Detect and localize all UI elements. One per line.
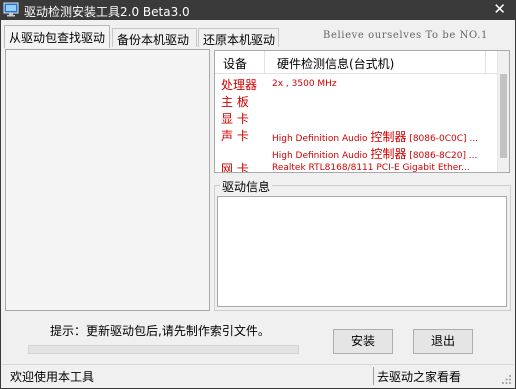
slogan-text: Believe ourselves To be NO.1	[323, 30, 488, 41]
install-button[interactable]: 安装	[333, 329, 393, 354]
device-info: 2x , 3500 MHz	[272, 79, 337, 89]
driver-info-textbox[interactable]	[217, 196, 507, 307]
column-header-info[interactable]: 硬件检测信息(台式机)	[277, 55, 394, 72]
device-list-scrollbar[interactable]	[497, 51, 509, 172]
exit-button[interactable]: 退出	[413, 329, 473, 354]
driver-home-link[interactable]: 去驱动之家看看	[377, 368, 461, 385]
computer-monitor-icon	[3, 2, 19, 17]
column-divider[interactable]	[264, 51, 265, 73]
column-divider[interactable]	[485, 51, 486, 73]
driver-package-tree[interactable]	[5, 49, 210, 311]
title-bar[interactable]: 驱动检测安装工具2.0 Beta3.0 ✕	[0, 0, 516, 20]
scrollbar-thumb[interactable]	[500, 74, 507, 158]
progress-bar	[28, 345, 299, 354]
device-name: 主 板	[221, 95, 249, 109]
device-list-header: 设备 硬件检测信息(台式机)	[215, 51, 509, 74]
status-divider	[373, 367, 374, 385]
device-name: 声 卡	[221, 129, 249, 143]
tab-find-from-package[interactable]: 从驱动包查找驱动	[4, 25, 110, 48]
close-icon[interactable]: ✕	[493, 0, 506, 18]
application-window: 驱动检测安装工具2.0 Beta3.0 ✕ 从驱动包查找驱动 备份本机驱动 还原…	[0, 0, 516, 389]
device-name: 网 卡	[221, 162, 249, 173]
device-info: High Definition Audio 控制器 [8086-0C0C] ..…	[272, 130, 478, 144]
tab-restore-drivers[interactable]: 还原本机驱动	[198, 28, 279, 47]
device-list[interactable]: 设备 硬件检测信息(台式机) 处理器 2x , 3500 MHz 主 板 显 卡…	[214, 50, 510, 173]
device-name: 显 卡	[221, 112, 249, 126]
device-info: Realtek RTL8168/8111 PCI-E Gigabit Ether…	[272, 163, 470, 173]
driver-info-legend: 驱动信息	[220, 178, 273, 195]
window-title: 驱动检测安装工具2.0 Beta3.0	[24, 5, 190, 19]
status-bar: 欢迎使用本工具 去驱动之家看看	[2, 364, 514, 387]
resize-grip-icon[interactable]	[502, 375, 512, 385]
status-welcome: 欢迎使用本工具	[10, 370, 95, 384]
device-info: High Definition Audio 控制器 [8086-8C20] ..…	[272, 147, 478, 161]
column-header-device[interactable]: 设备	[223, 55, 247, 72]
driver-info-group: 驱动信息	[214, 178, 511, 311]
tab-backup-drivers[interactable]: 备份本机驱动	[112, 28, 197, 47]
client-area: 从驱动包查找驱动 备份本机驱动 还原本机驱动 Believe ourselves…	[1, 20, 515, 388]
tip-text: 提示：更新驱动包后,请先制作索引文件。	[50, 324, 270, 338]
device-name: 处理器	[221, 78, 258, 92]
